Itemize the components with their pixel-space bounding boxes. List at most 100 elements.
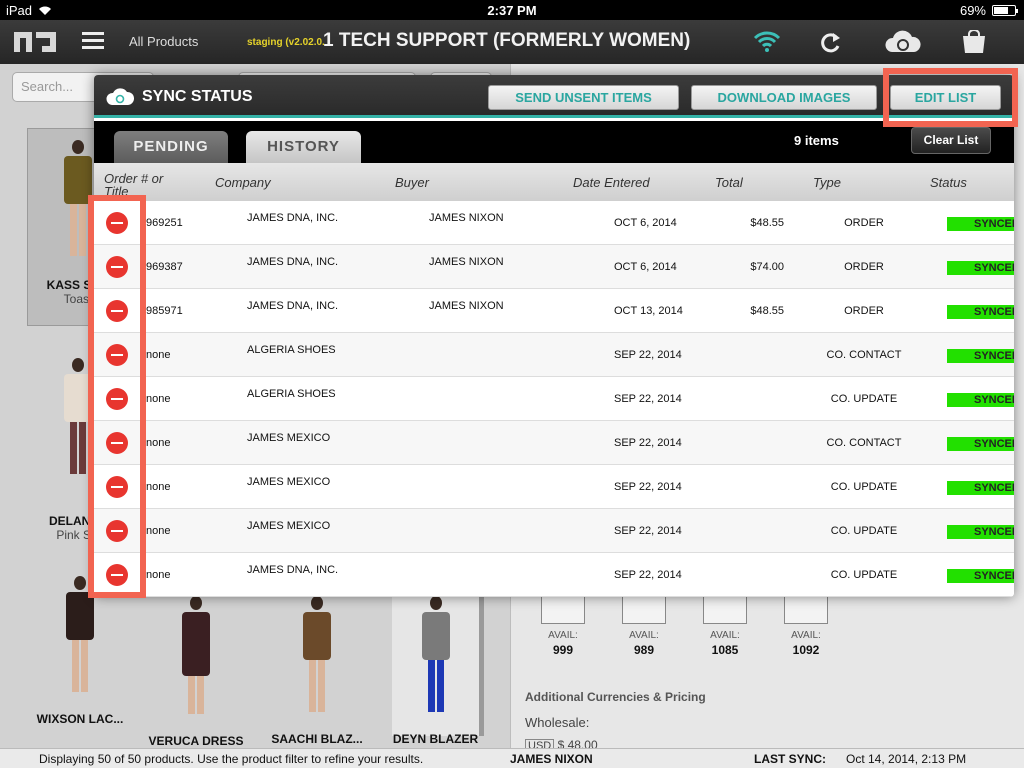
avail-label: AVAIL: (710, 630, 740, 641)
date-entered: SEP 22, 2014 (614, 393, 682, 405)
company-name: JAMES DNA, INC. (247, 300, 339, 312)
company-name: JAMES MEXICO (247, 432, 331, 444)
record-type: ORDER (844, 261, 884, 273)
tab-history[interactable]: HISTORY (246, 131, 361, 163)
date-entered: SEP 22, 2014 (614, 349, 682, 361)
order-number: none (146, 393, 171, 405)
cloud-sync-icon (106, 88, 134, 105)
product-image (421, 596, 450, 712)
modal-header: SYNC STATUS SEND UNSENT ITEMS DOWNLOAD I… (94, 75, 1014, 118)
table-row[interactable]: none JAMES MEXICO SEP 22, 2014 CO. UPDATE SY… (94, 465, 1014, 509)
size-box[interactable] (541, 594, 585, 624)
clear-list-button[interactable]: Clear List (911, 127, 991, 154)
record-type: ORDER (844, 217, 884, 229)
wifi-icon[interactable] (753, 30, 781, 52)
table-row[interactable]: 985971 JAMES DNA, INC. JAMES NIXON OCT 13, … (94, 289, 1014, 333)
all-products-link[interactable]: All Products (129, 34, 198, 49)
menu-icon[interactable] (82, 32, 104, 50)
company-name: ALGERIA SHOES (247, 388, 336, 400)
table-row[interactable]: none ALGERIA SHOES SEP 22, 2014 CO. UPDATE S… (94, 377, 1014, 421)
logo-icon[interactable] (14, 32, 56, 52)
date-entered: OCT 6, 2014 (614, 217, 677, 229)
record-type: CO. UPDATE (830, 525, 898, 537)
status-badge: SYNCED (947, 525, 1014, 539)
product-image (303, 596, 331, 712)
status-badge: SYNCED (947, 393, 1014, 407)
refresh-icon[interactable] (820, 30, 842, 54)
order-number: 985971 (146, 305, 183, 317)
app-toolbar: All Products staging (v2.02.0. 1 TECH SU… (0, 20, 1024, 64)
avail-count: 1092 (792, 643, 820, 657)
date-entered: SEP 22, 2014 (614, 481, 682, 493)
size-box[interactable] (703, 594, 747, 624)
total-amount: $74.00 (750, 261, 784, 273)
modal-title: SYNC STATUS (142, 88, 253, 105)
status-badge: SYNCED (947, 437, 1014, 451)
product-card[interactable]: WIXSON LAC... (25, 576, 135, 726)
shopping-bag-icon[interactable] (960, 30, 988, 54)
order-number: none (146, 481, 171, 493)
page-title: 1 TECH SUPPORT (FORMERLY WOMEN) (323, 30, 691, 51)
wholesale-label: Wholesale: (525, 715, 590, 730)
product-card[interactable]: SAACHI BLAZ... (263, 596, 371, 746)
company-name: JAMES MEXICO (247, 476, 331, 488)
tab-pending[interactable]: PENDING (114, 131, 228, 163)
avail-label: AVAIL: (629, 630, 659, 641)
col-status: Status (930, 175, 967, 190)
company-name: JAMES DNA, INC. (247, 212, 339, 224)
order-number: none (146, 437, 171, 449)
avail-count: 1085 (711, 643, 739, 657)
table-row[interactable]: none JAMES MEXICO SEP 22, 2014 CO. UPDATE SY… (94, 509, 1014, 553)
company-name: JAMES DNA, INC. (247, 256, 339, 268)
order-number: 969251 (146, 217, 183, 229)
record-type: CO. UPDATE (830, 393, 898, 405)
company-name: JAMES DNA, INC. (247, 564, 339, 576)
table-row[interactable]: none JAMES MEXICO SEP 22, 2014 CO. CONTACT S… (94, 421, 1014, 465)
table-row[interactable]: 969251 JAMES DNA, INC. JAMES NIXON OCT 6, 2… (94, 201, 1014, 245)
product-card[interactable]: VERUCA DRESS (143, 596, 249, 748)
download-images-button[interactable]: DOWNLOAD IMAGES (691, 85, 877, 110)
status-badge: SYNCED (947, 569, 1014, 583)
avail-count: 999 (552, 643, 574, 657)
record-type: CO. CONTACT (826, 349, 902, 361)
product-card[interactable]: DEYN BLAZER (392, 596, 484, 746)
col-buyer: Buyer (395, 175, 429, 190)
size-box[interactable] (622, 594, 666, 624)
date-entered: SEP 22, 2014 (614, 569, 682, 581)
send-unsent-items-button[interactable]: SEND UNSENT ITEMS (488, 85, 679, 110)
date-entered: OCT 13, 2014 (614, 305, 683, 317)
table-row[interactable]: 969387 JAMES DNA, INC. JAMES NIXON OCT 6, 2… (94, 245, 1014, 289)
size-box[interactable] (784, 594, 828, 624)
table-row[interactable]: none ALGERIA SHOES SEP 22, 2014 CO. CONTACT… (94, 333, 1014, 377)
col-type: Type (813, 175, 841, 190)
order-number: none (146, 525, 171, 537)
tabs-row: PENDING HISTORY 9 items Clear List (94, 121, 1014, 163)
additional-pricing-heading: Additional Currencies & Pricing (525, 690, 706, 704)
sync-status-modal: SYNC STATUS SEND UNSENT ITEMS DOWNLOAD I… (94, 75, 1014, 597)
order-number: 969387 (146, 261, 183, 273)
table-row[interactable]: none JAMES DNA, INC. SEP 22, 2014 CO. UPDAT… (94, 553, 1014, 597)
record-type: ORDER (844, 305, 884, 317)
company-name: JAMES MEXICO (247, 520, 331, 532)
col-date: Date Entered (573, 175, 650, 190)
total-amount: $48.55 (750, 305, 784, 317)
status-badge: SYNCED (947, 261, 1014, 275)
company-name: ALGERIA SHOES (247, 344, 336, 356)
col-company: Company (215, 175, 271, 190)
battery-icon (992, 5, 1018, 16)
avail-count: 989 (633, 643, 655, 657)
table-header: Order # or Title Company Buyer Date Ente… (94, 163, 1014, 201)
avail-label: AVAIL: (791, 630, 821, 641)
cloud-sync-icon[interactable] (884, 30, 922, 54)
delete-buttons-highlight (88, 195, 146, 598)
battery-percent: 69% (959, 3, 986, 18)
product-image (182, 596, 210, 714)
buyer-name: JAMES NIXON (429, 212, 504, 224)
status-badge: SYNCED (947, 305, 1014, 319)
total-amount: $48.55 (750, 217, 784, 229)
clock: 2:37 PM (487, 3, 537, 18)
avail-label: AVAIL: (548, 630, 578, 641)
record-type: CO. UPDATE (830, 569, 898, 581)
order-number: none (146, 349, 171, 361)
status-badge: SYNCED (947, 217, 1014, 231)
